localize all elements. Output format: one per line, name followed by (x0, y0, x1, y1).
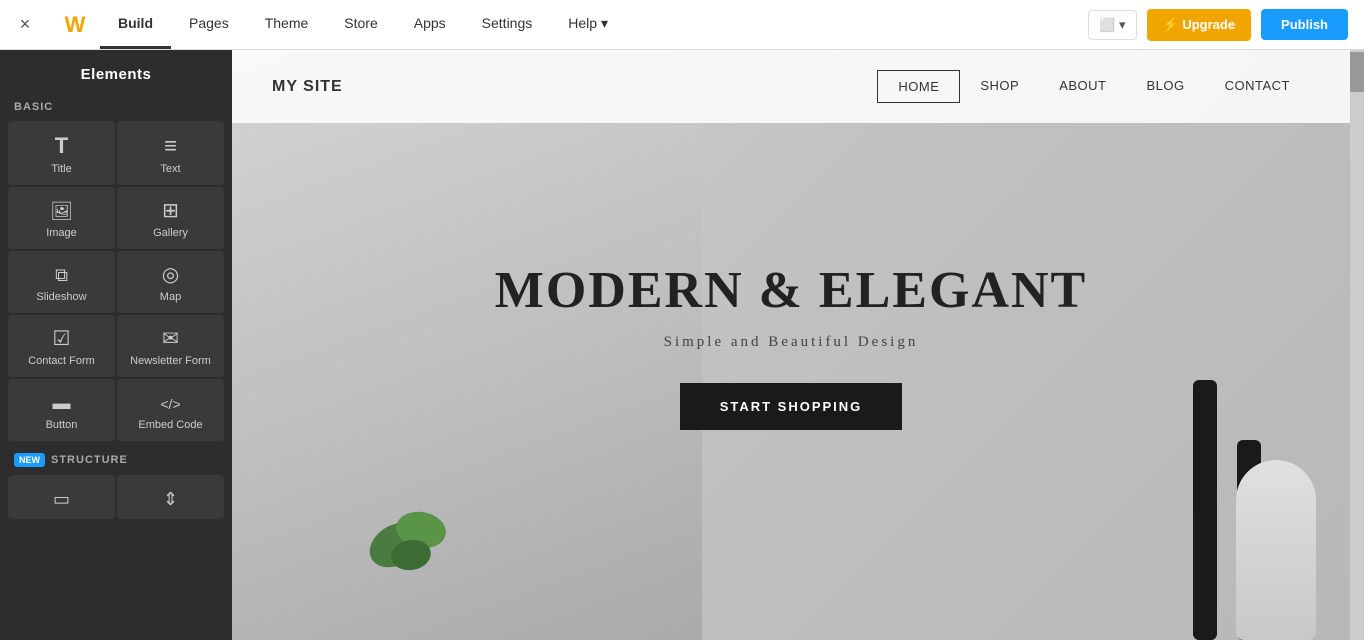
canvas-area[interactable]: MODERN & ELEGANT Simple and Beautiful De… (232, 50, 1364, 640)
element-map-label: Map (160, 291, 181, 303)
upgrade-button[interactable]: ⚡ Upgrade (1147, 9, 1252, 41)
nav-link-home[interactable]: HOME (877, 70, 960, 103)
map-icon (162, 265, 179, 285)
elements-panel: Elements BASIC Title Text Image Gallery … (0, 50, 232, 640)
element-title-label: Title (51, 163, 71, 175)
element-newsletter[interactable]: Newsletter Form (117, 315, 224, 377)
element-map[interactable]: Map (117, 251, 224, 313)
hero-cta-button[interactable]: START SHOPPING (680, 383, 903, 430)
newsletter-icon (162, 329, 179, 349)
structure-label: STRUCTURE (51, 454, 128, 466)
title-icon (55, 135, 68, 157)
box-icon (53, 489, 70, 509)
tab-apps[interactable]: Apps (396, 0, 464, 49)
element-contact-form-label: Contact Form (28, 355, 95, 367)
nav-link-about[interactable]: ABOUT (1039, 70, 1126, 103)
nav-link-blog[interactable]: BLOG (1127, 70, 1205, 103)
structure-elements-grid (0, 471, 232, 523)
nav-link-contact[interactable]: CONTACT (1205, 70, 1310, 103)
hero-vase (1236, 460, 1316, 640)
top-navigation: × W Build Pages Theme Store Apps Setting… (0, 0, 1364, 50)
element-text[interactable]: Text (117, 121, 224, 185)
tab-settings[interactable]: Settings (464, 0, 551, 49)
element-slideshow-label: Slideshow (36, 291, 86, 303)
basic-elements-grid: Title Text Image Gallery Slideshow Map (0, 117, 232, 445)
nav-link-shop[interactable]: SHOP (960, 70, 1039, 103)
site-preview: MODERN & ELEGANT Simple and Beautiful De… (232, 50, 1364, 640)
device-selector[interactable]: ⬜ ▾ (1088, 10, 1136, 40)
element-slideshow[interactable]: Slideshow (8, 251, 115, 313)
hero-title: MODERN & ELEGANT (495, 261, 1087, 320)
element-image-label: Image (46, 227, 77, 239)
element-divider[interactable] (117, 475, 224, 519)
tab-store[interactable]: Store (326, 0, 395, 49)
hero-section: MODERN & ELEGANT Simple and Beautiful De… (232, 50, 1350, 640)
embed-icon (160, 393, 180, 413)
candle-tall (1193, 380, 1217, 640)
text-icon (164, 135, 177, 157)
gallery-icon (162, 201, 179, 221)
element-gallery[interactable]: Gallery (117, 187, 224, 249)
tab-build[interactable]: Build (100, 0, 171, 49)
publish-button[interactable]: Publish (1261, 9, 1348, 40)
slideshow-icon (55, 265, 68, 285)
tab-help[interactable]: Help ▾ (550, 0, 626, 49)
element-newsletter-label: Newsletter Form (130, 355, 211, 367)
green-plant (366, 475, 486, 580)
element-contact-form[interactable]: Contact Form (8, 315, 115, 377)
basic-section-label: BASIC (0, 93, 232, 117)
site-nav-links: HOME SHOP ABOUT BLOG CONTACT (877, 70, 1310, 103)
element-image[interactable]: Image (8, 187, 115, 249)
panel-title: Elements (0, 50, 232, 93)
vertical-scrollbar[interactable] (1350, 50, 1364, 640)
tab-theme[interactable]: Theme (247, 0, 327, 49)
image-icon (50, 201, 73, 221)
tab-pages[interactable]: Pages (171, 0, 247, 49)
contact-form-icon (53, 329, 71, 349)
nav-tabs: Build Pages Theme Store Apps Settings He… (100, 0, 1088, 49)
divider-icon (163, 489, 178, 509)
app-logo: W (50, 0, 100, 50)
hero-subtitle: Simple and Beautiful Design (495, 334, 1087, 351)
structure-section-label: NEW STRUCTURE (0, 445, 232, 471)
hero-content: MODERN & ELEGANT Simple and Beautiful De… (495, 261, 1087, 430)
new-badge: NEW (14, 453, 45, 467)
button-icon (53, 393, 71, 413)
top-nav-actions: ⬜ ▾ ⚡ Upgrade Publish (1088, 9, 1364, 41)
element-button[interactable]: Button (8, 379, 115, 441)
element-embed-label: Embed Code (138, 419, 202, 431)
element-gallery-label: Gallery (153, 227, 188, 239)
main-area: Elements BASIC Title Text Image Gallery … (0, 50, 1364, 640)
element-title[interactable]: Title (8, 121, 115, 185)
element-box[interactable] (8, 475, 115, 519)
site-logo: MY SITE (272, 78, 343, 96)
element-button-label: Button (46, 419, 78, 431)
site-navigation: MY SITE HOME SHOP ABOUT BLOG CONTACT (232, 50, 1350, 123)
close-button[interactable]: × (0, 0, 50, 50)
element-embed[interactable]: Embed Code (117, 379, 224, 441)
scrollbar-thumb[interactable] (1350, 52, 1364, 92)
element-text-label: Text (160, 163, 180, 175)
